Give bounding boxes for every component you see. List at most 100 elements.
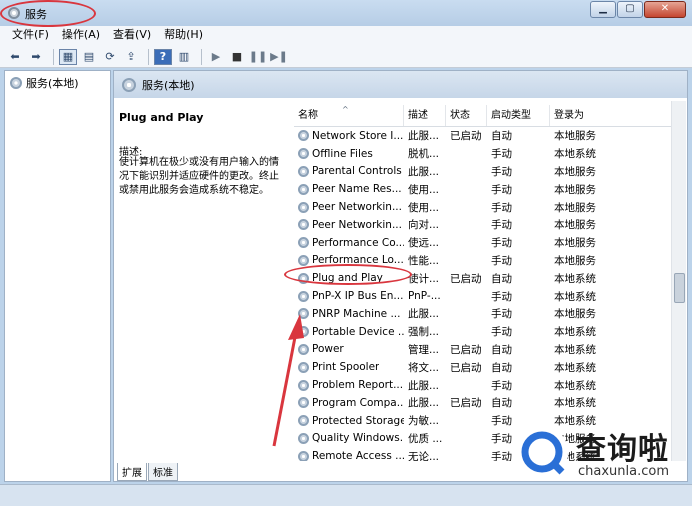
service-description: 此服...: [408, 165, 440, 178]
tab-standard[interactable]: 标准: [148, 463, 178, 481]
table-row[interactable]: Peer Networkin... 向对... 手动 本地服务: [294, 216, 677, 234]
service-startup-type: 自动: [491, 343, 512, 356]
table-row[interactable]: Program Compa... 此服... 已启动 自动 本地系统: [294, 394, 677, 412]
menu-action[interactable]: 操作(A): [62, 26, 100, 46]
table-row[interactable]: Print Spooler 将文... 已启动 自动 本地系统: [294, 358, 677, 376]
service-description: 此服...: [408, 397, 440, 410]
service-name-cell: Offline Files: [294, 148, 404, 160]
service-logon-as: 本地系统: [554, 343, 596, 356]
table-row[interactable]: Parental Controls 此服... 手动 本地服务: [294, 163, 677, 181]
stop-icon[interactable]: ■: [228, 49, 246, 65]
service-name-cell: PnP-X IP Bus En...: [294, 290, 404, 302]
column-header-description[interactable]: 描述: [404, 105, 446, 126]
restart-icon[interactable]: ▶❚: [270, 49, 288, 65]
gear-icon: [298, 450, 309, 461]
table-row[interactable]: Offline Files 脱机... 手动 本地系统: [294, 145, 677, 163]
window-controls: ▁ ▢ ✕: [589, 1, 686, 18]
service-name-cell: Performance Co...: [294, 237, 404, 249]
column-header-startup-type[interactable]: 启动类型: [487, 105, 550, 126]
gear-icon: [298, 219, 309, 231]
menu-view[interactable]: 查看(V): [113, 26, 151, 46]
column-header-name[interactable]: ^ 名称: [294, 105, 404, 126]
help-icon[interactable]: ?: [154, 48, 172, 65]
service-startup-type: 手动: [491, 326, 512, 339]
service-name-cell: Remote Access ...: [294, 450, 404, 461]
table-row[interactable]: Portable Device ... 强制... 手动 本地系统: [294, 323, 677, 341]
table-body: Network Store I... 此服... 已启动 自动 本地服务 Offline …: [294, 127, 677, 461]
service-name-cell: Protected Storage: [294, 415, 404, 427]
properties-icon[interactable]: ▤: [80, 49, 98, 65]
play-icon[interactable]: ▶: [207, 49, 225, 65]
export-icon[interactable]: ⇪: [122, 49, 140, 65]
service-name-cell: Network Store I...: [294, 130, 404, 142]
service-logon-as: 本地系统: [554, 379, 596, 392]
tree-item-services-local[interactable]: 服务(本地): [10, 75, 79, 91]
toolbar-separator: [148, 48, 149, 65]
service-logon-as: 本地服务: [554, 254, 596, 267]
table-row[interactable]: Peer Name Res... 使用... 手动 本地服务: [294, 180, 677, 198]
service-name: Network Store I...: [312, 129, 404, 142]
forward-arrow-icon[interactable]: ➡: [27, 49, 45, 65]
watermark: 查询啦 chaxunla.com: [510, 420, 688, 486]
service-logon-as: 本地服务: [554, 165, 596, 178]
description-text: 使计算机在极少或没有用户输入的情况下能识别并适应硬件的更改。终止或禁用此服务会造…: [119, 157, 279, 196]
table-row[interactable]: Power 管理... 已启动 自动 本地系统: [294, 341, 677, 359]
service-status: 已启动: [450, 272, 482, 285]
scrollbar-thumb[interactable]: [674, 273, 685, 303]
service-name-cell: Print Spooler: [294, 361, 404, 373]
service-description: 此服...: [408, 130, 440, 143]
service-name-cell: Peer Name Res...: [294, 183, 404, 195]
service-description: 无论...: [408, 450, 440, 461]
menu-file[interactable]: 文件(F): [12, 26, 49, 46]
back-arrow-icon[interactable]: ⬅: [6, 49, 24, 65]
service-logon-as: 本地服务: [554, 201, 596, 214]
table-row[interactable]: PnP-X IP Bus En... PnP-... 手动 本地系统: [294, 287, 677, 305]
service-name: Offline Files: [312, 147, 373, 160]
service-logon-as: 本地系统: [554, 397, 596, 410]
console-tree-icon[interactable]: ▦: [59, 48, 77, 65]
column-header-status[interactable]: 状态: [446, 105, 487, 126]
tree-item-label: 服务(本地): [26, 77, 79, 90]
service-logon-as: 本地服务: [554, 237, 596, 250]
toolbar-separator: [201, 48, 202, 65]
close-button[interactable]: ✕: [644, 1, 686, 18]
table-row[interactable]: Problem Report... 此服... 手动 本地系统: [294, 376, 677, 394]
service-name: PnP-X IP Bus En...: [312, 290, 404, 303]
service-description: PnP-...: [408, 290, 441, 303]
service-status: 已启动: [450, 361, 482, 374]
service-name: PNRP Machine ...: [312, 307, 401, 320]
sort-ascending-icon: ^: [342, 105, 349, 114]
service-startup-type: 自动: [491, 272, 512, 285]
gear-icon: [298, 148, 309, 160]
service-logon-as: 本地系统: [554, 272, 596, 285]
service-startup-type: 手动: [491, 201, 512, 214]
column-header-logon-as[interactable]: 登录为: [550, 105, 677, 126]
service-logon-as: 本地系统: [554, 148, 596, 161]
service-name: Peer Networkin...: [312, 201, 402, 214]
service-startup-type: 手动: [491, 308, 512, 321]
service-name-cell: Power: [294, 343, 404, 355]
service-name: Program Compa...: [312, 396, 404, 409]
table-row[interactable]: Peer Networkin... 使用... 手动 本地服务: [294, 198, 677, 216]
pause-icon[interactable]: ❚❚: [249, 49, 267, 65]
gear-icon: [298, 201, 309, 213]
refresh-icon[interactable]: ⟳: [101, 49, 119, 65]
minimize-button[interactable]: ▁: [590, 1, 616, 18]
vertical-scrollbar[interactable]: [671, 101, 686, 461]
show-hide-icon[interactable]: ▥: [175, 49, 193, 65]
gear-icon: [298, 130, 309, 142]
table-row[interactable]: PNRP Machine ... 此服... 手动 本地服务: [294, 305, 677, 323]
maximize-button[interactable]: ▢: [617, 1, 643, 18]
view-tabs: 扩展 标准: [117, 463, 179, 481]
service-description: 使远...: [408, 237, 440, 250]
selected-service-title: Plug and Play: [119, 111, 204, 124]
menu-help[interactable]: 帮助(H): [164, 26, 203, 46]
service-name: Quality Windows...: [312, 432, 404, 445]
table-row[interactable]: Performance Co... 使远... 手动 本地服务: [294, 234, 677, 252]
service-description: 此服...: [408, 379, 440, 392]
service-description: 为敏...: [408, 415, 440, 428]
pane-header: 服务(本地): [114, 71, 687, 98]
table-row[interactable]: Network Store I... 此服... 已启动 自动 本地服务: [294, 127, 677, 145]
tab-extended[interactable]: 扩展: [117, 463, 147, 481]
row-highlight-ellipse: [284, 264, 412, 285]
